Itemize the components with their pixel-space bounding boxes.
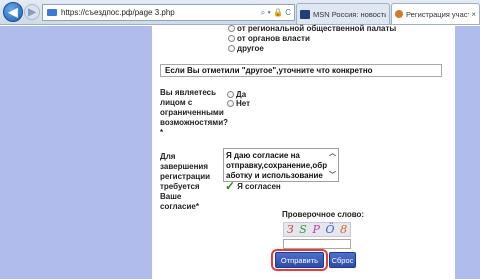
option-label: другое	[237, 44, 264, 53]
option-yes[interactable]: Да	[227, 90, 246, 99]
submit-button[interactable]: Отправить	[275, 252, 324, 268]
registration-form: от региональной общественной палаты от о…	[152, 24, 455, 279]
radio-button[interactable]	[228, 45, 235, 52]
tab-label: Регистрация участников с...	[406, 9, 470, 19]
consent-label: Для завершения регистрации требуется Ваш…	[160, 152, 211, 211]
checkmark-icon[interactable]: ✓	[225, 179, 235, 193]
page-icon	[46, 8, 58, 18]
radio-button[interactable]	[228, 25, 235, 32]
browser-toolbar: ◀ ▶ https://съездпос.рф/page 3.php ⌕ ▾ 🔒…	[0, 0, 480, 25]
option-no[interactable]: Нет	[227, 99, 250, 108]
chevron-down-icon[interactable]: ﹀	[329, 171, 336, 181]
radio-button[interactable]	[227, 100, 234, 107]
msn-icon	[300, 9, 310, 19]
option-label: Нет	[236, 99, 251, 108]
site-icon	[395, 10, 403, 18]
close-icon[interactable]: ×	[471, 10, 476, 19]
chevron-up-icon[interactable]: ︿	[329, 149, 336, 159]
page-viewport: от региональной общественной палаты от о…	[0, 24, 480, 279]
captcha-char: Ö	[325, 223, 335, 236]
option-label: Да	[236, 90, 247, 99]
captcha-char: S	[299, 223, 307, 236]
right-sidebar-background	[455, 26, 480, 279]
option-regional-chamber[interactable]: от региональной общественной палаты	[228, 24, 396, 33]
option-label: от органов власти	[237, 34, 310, 43]
forward-icon[interactable]: ▶	[24, 4, 40, 20]
option-other[interactable]: другое	[228, 44, 264, 53]
radio-button[interactable]	[227, 91, 234, 98]
reset-button[interactable]: Сброс	[329, 252, 356, 268]
option-label: от региональной общественной палаты	[237, 24, 397, 33]
back-icon[interactable]: ◀	[3, 2, 23, 22]
address-bar[interactable]: https://съездпос.рф/page 3.php ⌕ ▾ 🔒 C	[42, 4, 295, 21]
disability-question: Вы являетесь лицом с ограниченными возмо…	[160, 88, 229, 137]
captcha-char: P	[312, 223, 320, 236]
agree-checkbox[interactable]: ✓ Я согласен	[225, 179, 281, 193]
option-authorities[interactable]: от органов власти	[228, 34, 310, 43]
radio-button[interactable]	[228, 35, 235, 42]
captcha-image: З S P Ö 8	[283, 222, 351, 237]
other-specify-input[interactable]: Если Вы отметили "другое",уточните что к…	[160, 64, 442, 77]
tab-registration[interactable]: Регистрация участников с... ×	[391, 3, 480, 24]
captcha-char: З	[286, 223, 294, 236]
left-sidebar-background	[0, 26, 152, 279]
consent-text: Я даю согласие на отправку,сохранение,об…	[226, 151, 328, 180]
address-tools[interactable]: ⌕ ▾ 🔒 C	[261, 8, 294, 18]
address-url: https://съездпос.рф/page 3.php	[61, 8, 175, 17]
captcha-input[interactable]	[283, 239, 351, 249]
tab-msn[interactable]: MSN Россия: новости, погода...	[296, 3, 390, 24]
captcha-char: 8	[340, 223, 348, 236]
agree-label: Я согласен	[237, 181, 281, 191]
consent-textarea[interactable]: Я даю согласие на отправку,сохранение,об…	[223, 148, 339, 182]
tab-label: MSN Россия: новости, погода...	[313, 9, 386, 19]
captcha-label: Проверочное слово:	[282, 210, 365, 219]
